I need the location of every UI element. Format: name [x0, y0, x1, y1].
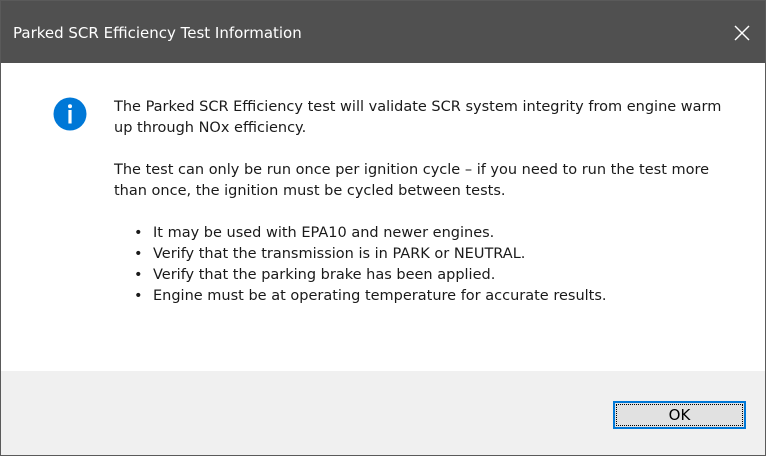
message-paragraph-1: The Parked SCR Efficiency test will vali…	[114, 99, 722, 136]
ok-button[interactable]: OK	[613, 401, 746, 429]
list-item: Verify that the transmission is in PARK …	[134, 244, 744, 265]
window-title: Parked SCR Efficiency Test Information	[13, 24, 302, 42]
list-item: Engine must be at operating temperature …	[134, 286, 744, 307]
dialog-content: The Parked SCR Efficiency test will vali…	[1, 63, 765, 371]
list-item: It may be used with EPA10 and newer engi…	[134, 223, 744, 244]
close-button[interactable]	[719, 1, 765, 63]
ok-button-label: OK	[668, 406, 691, 424]
button-bar: OK	[1, 371, 765, 455]
title-bar: Parked SCR Efficiency Test Information	[1, 1, 765, 63]
requirements-list: It may be used with EPA10 and newer engi…	[114, 223, 744, 307]
message-paragraph-2: The test can only be run once per igniti…	[114, 162, 710, 199]
message-text: The Parked SCR Efficiency test will vali…	[114, 97, 744, 307]
list-item: Verify that the parking brake has been a…	[134, 265, 744, 286]
close-icon	[734, 25, 750, 41]
info-icon	[53, 97, 87, 131]
message-dialog: Parked SCR Efficiency Test Information T…	[0, 0, 766, 456]
